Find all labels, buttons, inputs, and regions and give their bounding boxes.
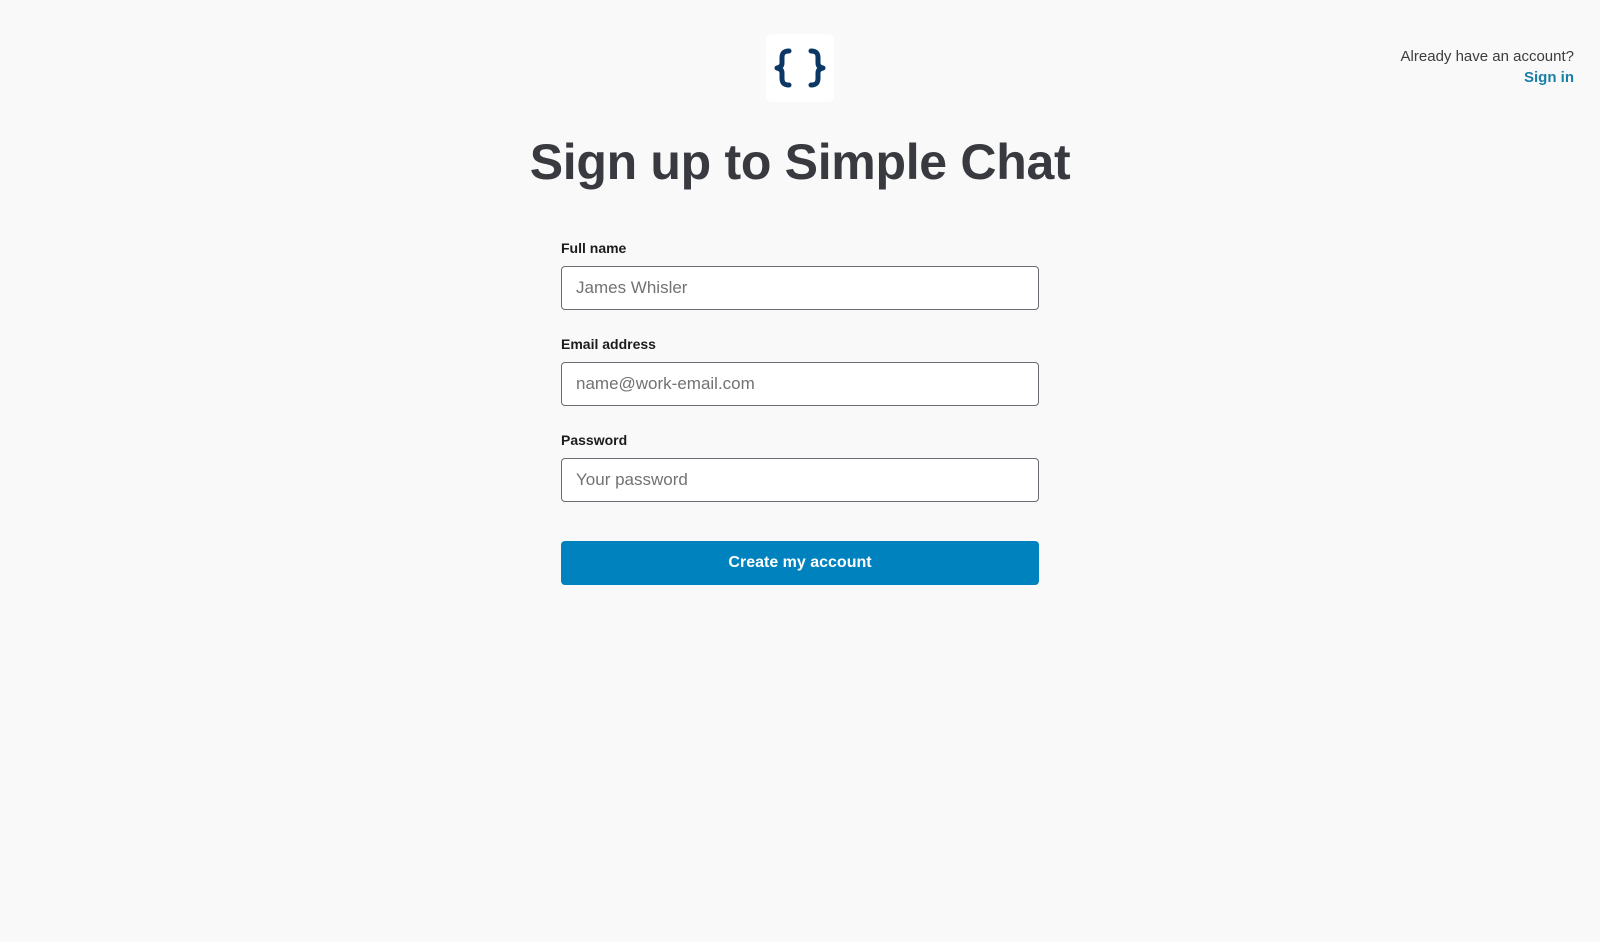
email-input[interactable] (561, 362, 1039, 406)
signin-link[interactable]: Sign in (1524, 67, 1574, 88)
create-account-button[interactable]: Create my account (561, 541, 1039, 585)
signup-form: Full name Email address Password Create … (561, 238, 1039, 585)
curly-braces-icon (774, 48, 826, 88)
signup-page: Already have an account? Sign in Sign up… (0, 0, 1600, 942)
password-label: Password (561, 432, 628, 448)
email-label: Email address (561, 336, 656, 352)
page-title: Sign up to Simple Chat (529, 134, 1071, 190)
app-logo (766, 34, 834, 102)
full-name-label: Full name (561, 240, 627, 256)
full-name-group: Full name (561, 238, 1039, 310)
signin-prompt-text: Already have an account? (1400, 48, 1574, 65)
password-input[interactable] (561, 458, 1039, 502)
full-name-input[interactable] (561, 266, 1039, 310)
email-group: Email address (561, 334, 1039, 406)
password-group: Password (561, 430, 1039, 502)
signin-prompt-box: Already have an account? Sign in (1401, 46, 1574, 88)
